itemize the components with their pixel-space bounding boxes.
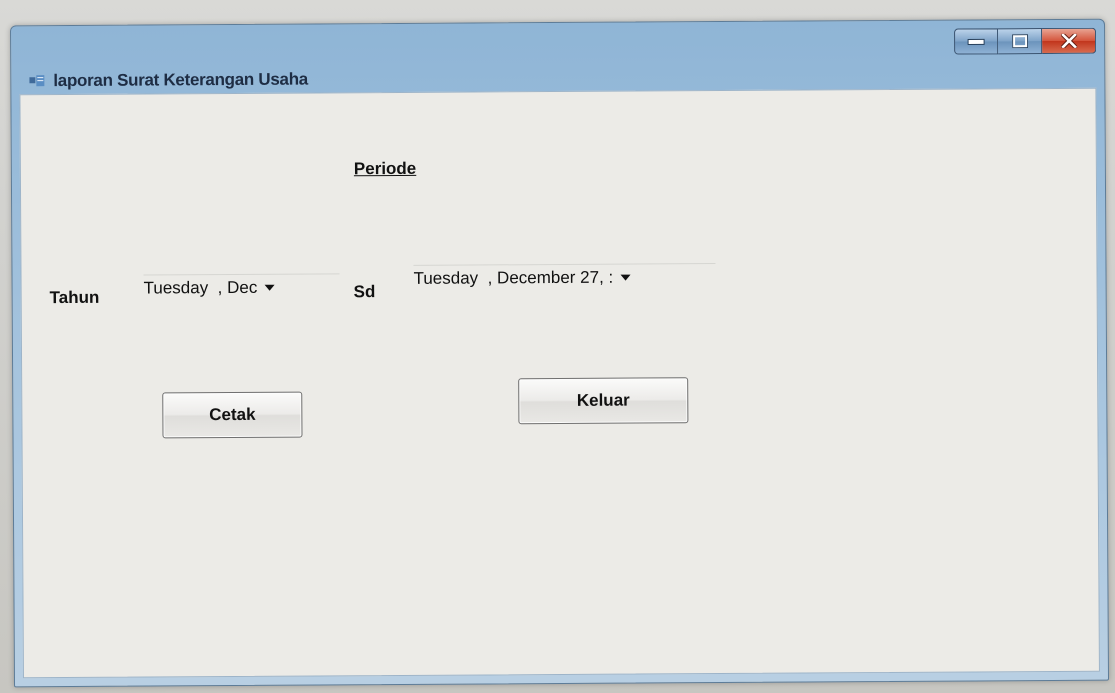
caption-buttons xyxy=(954,27,1097,55)
start-date-picker[interactable]: Tuesday , Dec xyxy=(143,273,340,301)
cetak-button[interactable]: Cetak xyxy=(162,391,303,439)
end-date-value: Tuesday , December 27, : xyxy=(413,267,614,288)
start-date-value: Tuesday , Dec xyxy=(143,277,258,298)
keluar-button[interactable]: Keluar xyxy=(518,377,689,425)
form-client-area: Periode Tahun Tuesday , Dec Sd Tuesday ,… xyxy=(19,87,1100,679)
sd-label: Sd xyxy=(353,282,376,302)
tahun-label: Tahun xyxy=(49,287,100,308)
report-window: laporan Surat Keterangan Usaha Periode T… xyxy=(9,18,1110,688)
maximize-button[interactable] xyxy=(998,28,1043,55)
close-button[interactable] xyxy=(1042,27,1097,55)
title-bar[interactable]: laporan Surat Keterangan Usaha xyxy=(11,20,1104,95)
minimize-button[interactable] xyxy=(954,28,999,55)
periode-label: Periode xyxy=(353,158,417,179)
dropdown-arrow-icon[interactable] xyxy=(620,274,631,281)
end-date-picker[interactable]: Tuesday , December 27, : xyxy=(413,263,716,291)
window-title: laporan Surat Keterangan Usaha xyxy=(53,69,308,91)
app-icon xyxy=(29,75,45,87)
dropdown-arrow-icon[interactable] xyxy=(264,284,275,291)
maximize-icon xyxy=(1011,34,1028,49)
minimize-icon xyxy=(967,38,985,46)
close-icon xyxy=(1060,33,1077,48)
